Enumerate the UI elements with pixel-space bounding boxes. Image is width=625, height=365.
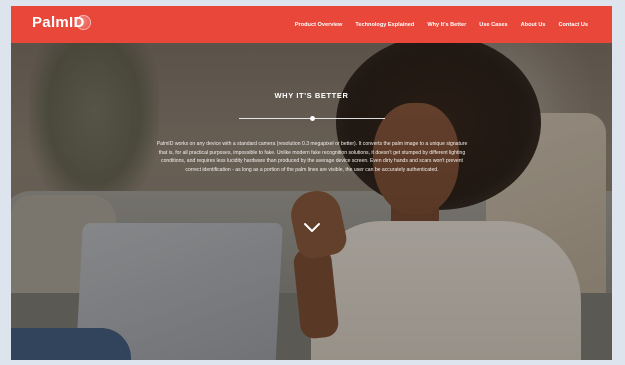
nav-use-cases[interactable]: Use Cases xyxy=(479,22,507,28)
section-title: WHY IT'S BETTER xyxy=(274,91,349,100)
nav-why-its-better[interactable]: Why It's Better xyxy=(427,22,466,28)
divider-dot xyxy=(310,116,315,121)
palm-logo-mark xyxy=(76,15,91,30)
site-header: PalmID Product Overview Technology Expla… xyxy=(11,6,612,43)
nav-technology-explained[interactable]: Technology Explained xyxy=(355,22,414,28)
nav-contact-us[interactable]: Contact Us xyxy=(558,22,588,28)
logo[interactable]: PalmID xyxy=(32,14,91,31)
chevron-down-icon[interactable] xyxy=(303,221,321,235)
nav-about-us[interactable]: About Us xyxy=(521,22,546,28)
nav-product-overview[interactable]: Product Overview xyxy=(295,22,343,28)
browser-viewport: PalmID Product Overview Technology Expla… xyxy=(11,6,612,360)
hero-section: WHY IT'S BETTER PalmID works on any devi… xyxy=(11,43,612,360)
section-description: PalmID works on any device with a standa… xyxy=(156,141,468,174)
main-nav: Product Overview Technology Explained Wh… xyxy=(282,6,588,43)
hero-content: WHY IT'S BETTER PalmID works on any devi… xyxy=(11,43,612,360)
